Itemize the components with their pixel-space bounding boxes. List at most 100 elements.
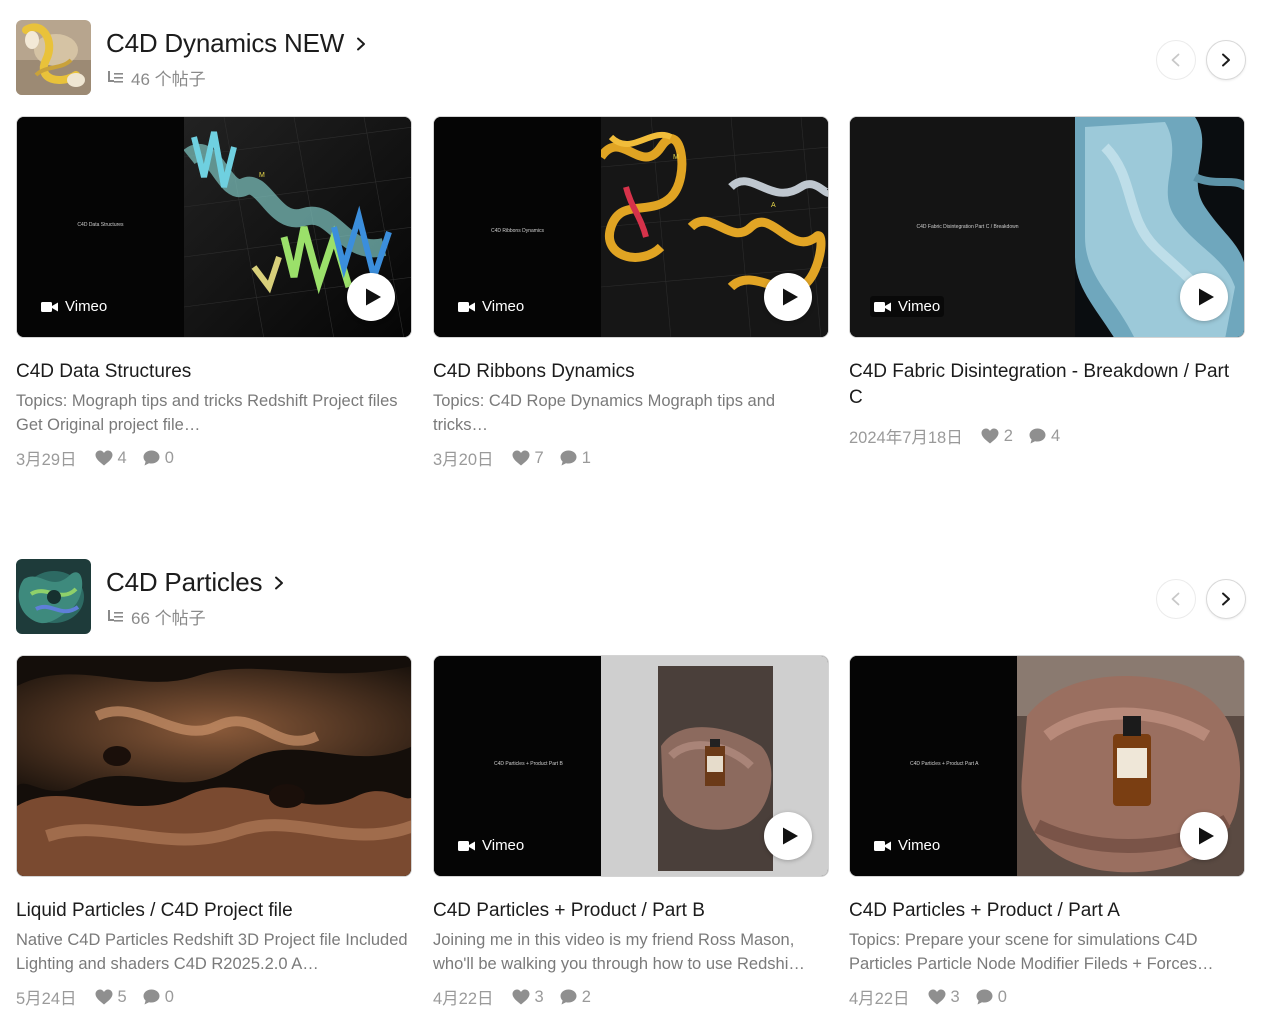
post-date: 3月29日	[16, 451, 77, 469]
play-icon	[1196, 826, 1216, 846]
post-title[interactable]: C4D Data Structures	[16, 359, 412, 385]
post-title[interactable]: C4D Fabric Disintegration - Breakdown / …	[849, 359, 1245, 411]
like-count[interactable]: 2	[981, 427, 1013, 446]
play-button[interactable]	[347, 273, 395, 321]
collection-thumbnail[interactable]	[16, 559, 91, 634]
like-count[interactable]: 7	[512, 449, 544, 468]
post-image-thumbnail[interactable]	[16, 655, 412, 877]
collection-post-count: 46 个帖子	[108, 65, 206, 90]
post-card[interactable]: Liquid Particles / C4D Project file Nati…	[16, 655, 412, 1009]
vimeo-badge: Vimeo	[870, 835, 944, 856]
comments-value: 2	[581, 987, 591, 1006]
post-video-thumbnail[interactable]: C4D Particles + Product Part A Vimeo	[849, 655, 1245, 877]
video-camera-icon	[458, 840, 475, 852]
vimeo-badge: Vimeo	[454, 835, 528, 856]
post-description: Native C4D Particles Redshift 3D Project…	[16, 931, 408, 973]
carousel-prev-button[interactable]	[1156, 40, 1196, 80]
post-meta: 3月29日 4 0	[16, 446, 412, 470]
post-title[interactable]: C4D Particles + Product / Part A	[849, 898, 1245, 924]
post-video-thumbnail[interactable]: C4D Fabric Disintegration Part C / Break…	[849, 116, 1245, 338]
collection-title-link[interactable]: C4D Particles	[106, 567, 286, 598]
likes-value: 2	[1003, 426, 1013, 445]
play-button[interactable]	[1180, 273, 1228, 321]
play-icon	[780, 287, 800, 307]
like-count[interactable]: 4	[95, 449, 127, 468]
likes-value: 7	[534, 448, 544, 467]
collection-title: C4D Dynamics NEW	[106, 28, 345, 58]
collection-title: C4D Particles	[106, 567, 263, 597]
heart-icon	[512, 450, 530, 466]
list-icon	[108, 610, 123, 623]
comment-count[interactable]: 2	[560, 988, 591, 1007]
comment-count[interactable]: 0	[976, 988, 1007, 1007]
vimeo-badge: Vimeo	[37, 296, 111, 317]
post-count-label: 46 个帖子	[131, 70, 206, 89]
comments-value: 0	[997, 987, 1007, 1006]
chevron-right-icon	[1219, 53, 1233, 67]
carousel-prev-button[interactable]	[1156, 579, 1196, 619]
heart-icon	[95, 989, 113, 1005]
collection-title-link[interactable]: C4D Dynamics NEW	[106, 28, 368, 59]
post-meta: 5月24日 5 0	[16, 985, 412, 1009]
vimeo-label: Vimeo	[898, 837, 941, 854]
vimeo-label: Vimeo	[65, 298, 108, 315]
post-video-thumbnail[interactable]: C4D Data Structures M Vimeo	[16, 116, 412, 338]
slide-caption: C4D Data Structures	[77, 222, 124, 228]
post-card[interactable]: C4D Fabric Disintegration Part C / Break…	[849, 116, 1245, 448]
comments-value: 4	[1050, 426, 1061, 445]
play-button[interactable]	[764, 812, 812, 860]
svg-text:M: M	[259, 172, 265, 179]
post-card[interactable]: C4D Particles + Product Part A Vimeo C4D…	[849, 655, 1245, 1009]
post-description: Topics: Mograph tips and tricks Redshift…	[16, 392, 398, 434]
like-count[interactable]: 3	[928, 988, 960, 1007]
comment-count[interactable]: 0	[143, 988, 174, 1007]
comment-count[interactable]: 1	[560, 449, 591, 468]
collection-thumbnail[interactable]	[16, 20, 91, 95]
post-date: 4月22日	[849, 990, 910, 1008]
post-meta: 4月22日 3 2	[433, 985, 829, 1009]
collection-header: C4D Dynamics NEW 46 个帖子	[16, 20, 1246, 96]
post-date: 5月24日	[16, 990, 77, 1008]
chevron-right-icon	[1219, 592, 1233, 606]
comment-icon	[560, 450, 577, 466]
video-camera-icon	[874, 301, 891, 313]
comment-count[interactable]: 4	[1029, 427, 1060, 446]
post-title[interactable]: C4D Ribbons Dynamics	[433, 359, 829, 385]
heart-icon	[981, 428, 999, 444]
vimeo-label: Vimeo	[482, 837, 525, 854]
post-description: Topics: C4D Rope Dynamics Mograph tips a…	[433, 392, 776, 434]
post-meta: 4月22日 3 0	[849, 985, 1245, 1009]
play-button[interactable]	[764, 273, 812, 321]
play-button[interactable]	[1180, 812, 1228, 860]
likes-value: 4	[117, 448, 127, 467]
like-count[interactable]: 5	[95, 988, 127, 1007]
post-date: 2024年7月18日	[849, 429, 963, 447]
vimeo-badge: Vimeo	[870, 296, 945, 317]
comment-count[interactable]: 0	[143, 449, 174, 468]
heart-icon	[512, 989, 530, 1005]
play-icon	[363, 287, 383, 307]
post-card[interactable]: C4D Particles + Product Part B Vimeo C4D…	[433, 655, 829, 1009]
post-meta: 3月20日 7 1	[433, 446, 829, 470]
video-camera-icon	[41, 301, 58, 313]
likes-value: 3	[534, 987, 544, 1006]
post-title[interactable]: Liquid Particles / C4D Project file	[16, 898, 412, 924]
post-card[interactable]: C4D Data Structures M Vimeo C4D Data Str…	[16, 116, 412, 470]
video-camera-icon	[874, 840, 891, 852]
post-card[interactable]: C4D Ribbons Dynamics M A Vimeo C4D Ribbo…	[433, 116, 829, 470]
vimeo-label: Vimeo	[898, 298, 941, 315]
like-count[interactable]: 3	[512, 988, 544, 1007]
post-video-thumbnail[interactable]: C4D Particles + Product Part B Vimeo	[433, 655, 829, 877]
vimeo-badge: Vimeo	[454, 296, 528, 317]
comments-value: 1	[581, 448, 591, 467]
chevron-right-icon	[272, 576, 286, 590]
post-title[interactable]: C4D Particles + Product / Part B	[433, 898, 829, 924]
svg-text:M: M	[673, 154, 679, 161]
post-video-thumbnail[interactable]: C4D Ribbons Dynamics M A Vimeo	[433, 116, 829, 338]
comment-icon	[143, 450, 160, 466]
comments-value: 0	[164, 987, 174, 1006]
comment-icon	[1029, 428, 1046, 444]
carousel-next-button[interactable]	[1206, 40, 1246, 80]
carousel-next-button[interactable]	[1206, 579, 1246, 619]
post-meta: 2024年7月18日 2 4	[849, 424, 1245, 448]
